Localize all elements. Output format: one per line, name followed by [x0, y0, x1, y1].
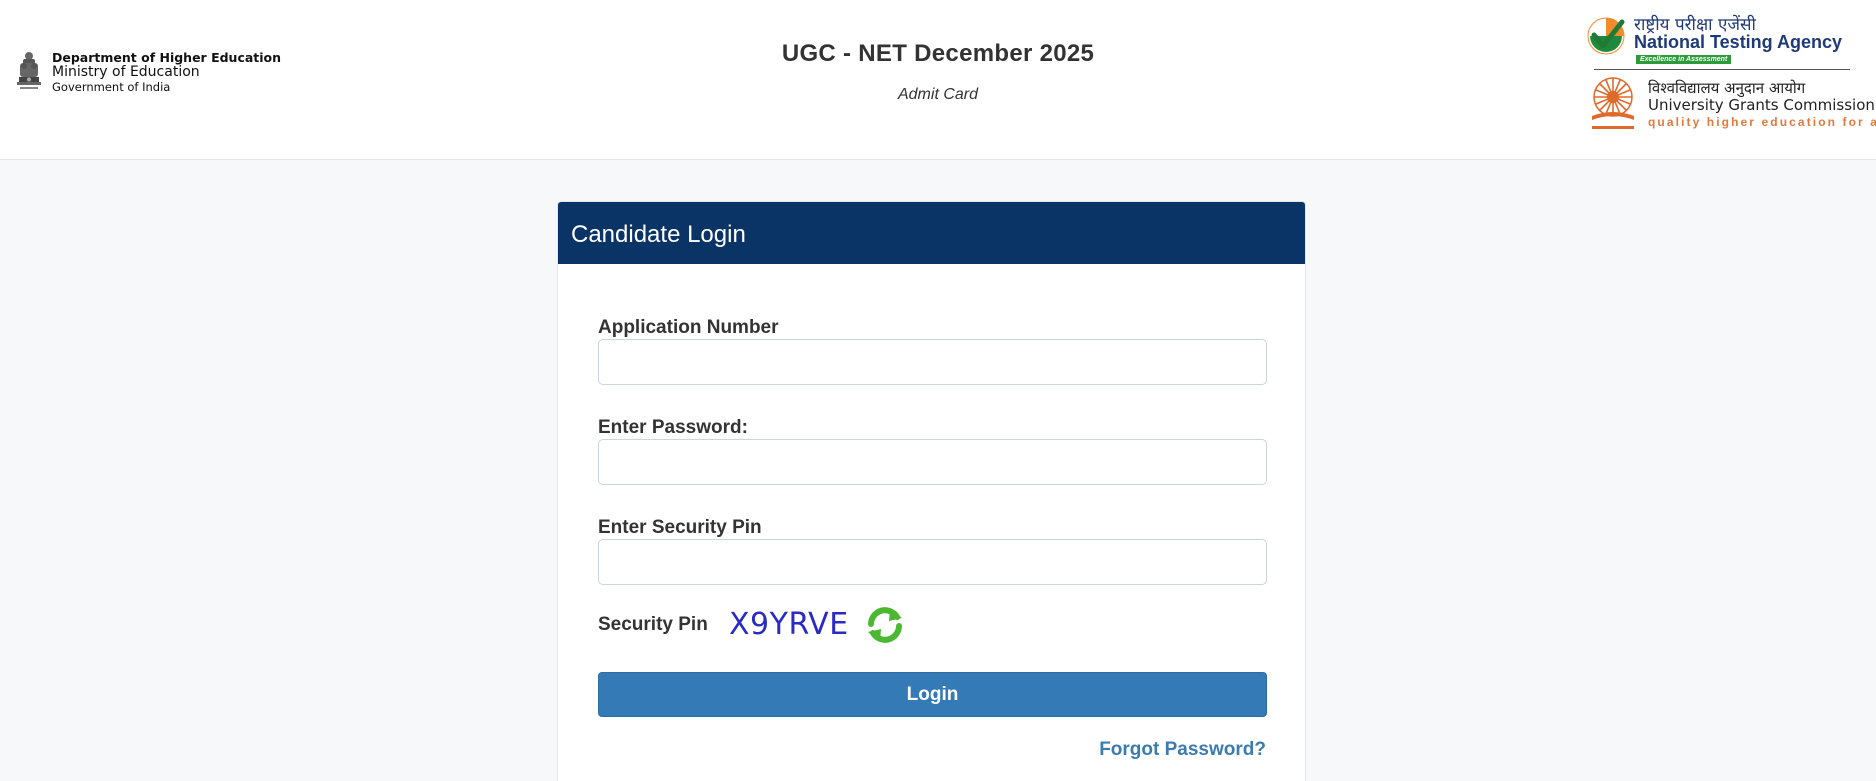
nta-logo-icon [1587, 17, 1625, 55]
nta-name: National Testing Agency [1634, 32, 1843, 52]
ugc-hindi-name: विश्वविद्यालय अनुदान आयोग [1648, 79, 1806, 97]
application-number-input[interactable] [598, 339, 1267, 385]
logo-divider [1594, 69, 1850, 70]
ugc-tagline: quality higher education for all [1648, 115, 1876, 129]
login-card-title: Candidate Login [558, 202, 1305, 264]
forgot-password-link[interactable]: Forgot Password? [1099, 739, 1266, 761]
password-label: Enter Password: [598, 417, 748, 438]
security-pin-label: Enter Security Pin [598, 517, 762, 538]
ugc-name: University Grants Commission [1648, 96, 1875, 114]
captcha-label: Security Pin [598, 614, 708, 635]
site-header: Department of Higher Education Ministry … [0, 0, 1876, 160]
refresh-icon[interactable] [864, 604, 906, 646]
security-pin-input[interactable] [598, 539, 1267, 585]
application-number-label: Application Number [598, 317, 779, 338]
ugc-logo-icon [1592, 77, 1634, 129]
password-input[interactable] [598, 439, 1267, 485]
captcha-code: X9YRVE [729, 607, 849, 642]
nta-tagline: Excellence in Assessment [1636, 55, 1732, 64]
agency-logos: राष्ट्रीय परीक्षा एजेंसी National Testin… [1584, 10, 1876, 135]
login-button[interactable]: Login [598, 672, 1267, 717]
login-card: Candidate Login Application Number Enter… [557, 201, 1306, 781]
